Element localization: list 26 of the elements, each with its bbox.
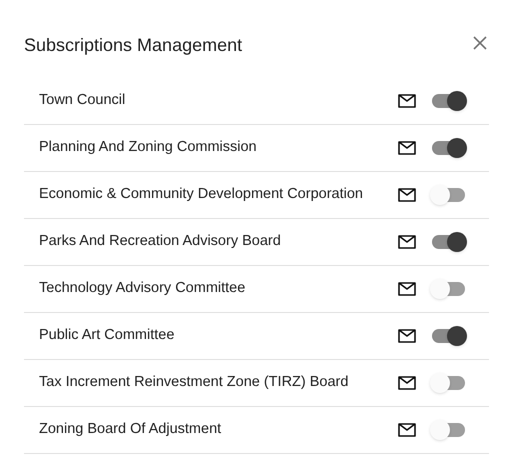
envelope-icon[interactable]: [398, 423, 416, 437]
envelope-icon[interactable]: [398, 376, 416, 390]
toggle-switch[interactable]: [430, 420, 467, 440]
subscription-name: Tax Increment Reinvestment Zone (TIRZ) Board: [39, 373, 350, 392]
envelope-icon[interactable]: [398, 235, 416, 249]
subscription-name: Town Council: [39, 91, 126, 110]
toggle-switch[interactable]: [430, 91, 467, 111]
envelope-icon[interactable]: [398, 94, 416, 108]
toggle-switch[interactable]: [430, 279, 467, 299]
envelope-icon[interactable]: [398, 141, 416, 155]
toggle-switch[interactable]: [430, 232, 467, 252]
toggle-switch[interactable]: [430, 326, 467, 346]
toggle-switch[interactable]: [430, 185, 467, 205]
envelope-icon[interactable]: [398, 188, 416, 202]
subscription-name: Technology Advisory Committee: [39, 279, 246, 298]
toggle-switch[interactable]: [430, 373, 467, 393]
subscription-name: Planning And Zoning Commission: [39, 138, 258, 158]
envelope-icon[interactable]: [398, 329, 416, 343]
subscription-name: Zoning Board Of Adjustment: [39, 420, 222, 440]
subscription-name: Public Art Committee: [39, 326, 176, 346]
envelope-icon[interactable]: [398, 282, 416, 296]
dialog-title: Subscriptions Management: [24, 34, 242, 57]
subscription-name: Economic & Community Development Corporation: [39, 185, 364, 204]
subscription-name: Parks And Recreation Advisory Board: [39, 232, 282, 252]
toggle-switch[interactable]: [430, 138, 467, 158]
close-button[interactable]: [472, 35, 488, 51]
